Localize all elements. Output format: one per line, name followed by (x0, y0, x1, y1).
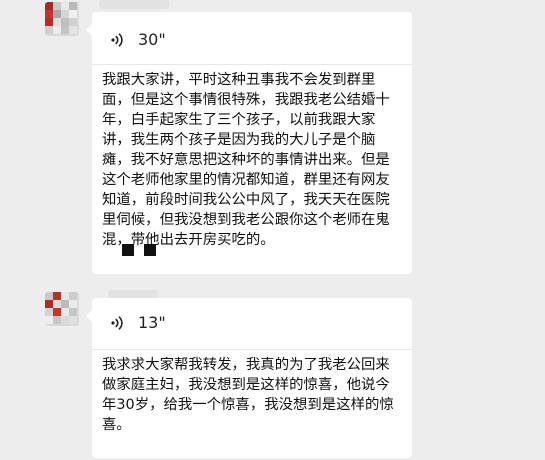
voice-player[interactable]: 13" (110, 313, 166, 333)
voice-duration: 30" (138, 30, 166, 49)
redaction-mark (122, 244, 134, 256)
voice-duration: 13" (138, 313, 166, 332)
redaction-mark (144, 244, 156, 256)
sender-avatar[interactable] (45, 2, 79, 36)
voice-message-bubble[interactable]: 30" 我跟大家讲，平时这种丑事我不会发到群里面，但是这个事情很特殊，我跟我老公… (86, 12, 412, 274)
voice-message-icon (111, 316, 123, 330)
sender-avatar[interactable] (45, 292, 79, 326)
sender-name-blurred (99, 0, 169, 9)
bubble-divider (92, 64, 412, 65)
voice-transcript: 我求求大家帮我转发，我真的为了我老公回来做家庭主妇，我没想到是这样的惊喜，他说今… (102, 357, 394, 433)
voice-message-bubble[interactable]: 13" 我求求大家帮我转发，我真的为了我老公回来做家庭主妇，我没想到是这样的惊喜… (86, 298, 412, 458)
voice-message-icon (111, 33, 123, 47)
voice-player[interactable]: 30" (110, 30, 166, 50)
chat-message-2: 13" 我求求大家帮我转发，我真的为了我老公回来做家庭主妇，我没想到是这样的惊喜… (0, 288, 545, 460)
voice-transcript: 我跟大家讲，平时这种丑事我不会发到群里面，但是这个事情很特殊，我跟我老公结婚十年… (102, 72, 390, 248)
bubble-divider (92, 349, 412, 350)
chat-message-1: 30" 我跟大家讲，平时这种丑事我不会发到群里面，但是这个事情很特殊，我跟我老公… (0, 0, 545, 290)
